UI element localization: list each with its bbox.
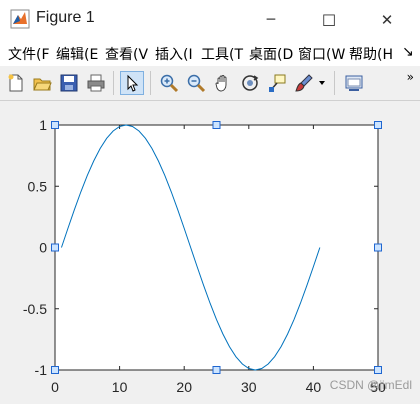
plot-tools-icon <box>345 75 363 91</box>
close-button[interactable]: ✕ <box>364 0 410 40</box>
menu-view[interactable]: 查看(V <box>105 44 148 64</box>
zoom-in-button[interactable] <box>157 71 181 95</box>
x-tick-label: 30 <box>241 379 257 395</box>
y-tick-label: 0 <box>39 240 47 256</box>
close-icon: ✕ <box>380 11 394 29</box>
new-figure-icon <box>8 74 23 92</box>
selection-handle[interactable] <box>374 243 382 252</box>
selection-handle[interactable] <box>51 121 59 129</box>
minimize-icon: ─ <box>266 12 276 28</box>
brush-dropdown[interactable] <box>316 71 328 95</box>
menu-edit[interactable]: 编辑(E <box>56 44 98 64</box>
open-file-button[interactable] <box>30 71 54 95</box>
pointer-icon <box>127 74 139 92</box>
zoom-in-icon <box>160 74 179 93</box>
new-figure-button[interactable] <box>4 71 28 95</box>
brush-button[interactable] <box>292 71 316 95</box>
x-tick-label: 10 <box>112 379 128 395</box>
menu-tools[interactable]: 工具(T <box>201 44 243 64</box>
pointer-button[interactable] <box>120 71 144 95</box>
rotate-3d-button[interactable] <box>238 71 262 95</box>
selection-handle[interactable] <box>212 366 221 374</box>
plot-tools-button[interactable] <box>342 71 366 95</box>
selection-handle[interactable] <box>374 366 382 374</box>
menu-file[interactable]: 文件(F <box>8 44 50 64</box>
pan-hand-icon <box>215 75 227 92</box>
data-cursor-button[interactable] <box>265 71 289 95</box>
menu-help[interactable]: 帮助(H <box>349 44 393 64</box>
selection-handle[interactable] <box>212 121 221 129</box>
axes-plot[interactable]: 0 10 20 30 40 5010.50-0.5-1 <box>0 101 420 404</box>
figure-canvas: 0 10 20 30 40 50 1 0.5 0 -0.5 -1 CSDN @jimEdl <box>0 101 420 404</box>
selection-handle[interactable] <box>51 243 59 252</box>
axes-box[interactable] <box>54 124 379 371</box>
brush-icon <box>295 74 313 92</box>
print-button[interactable] <box>84 71 108 95</box>
save-button[interactable] <box>57 71 81 95</box>
menu-desktop[interactable]: 桌面(D <box>249 44 293 64</box>
x-tick-label: 20 <box>176 379 192 395</box>
x-tick-label: 40 <box>306 379 322 395</box>
toolbar-separator <box>113 71 114 95</box>
save-icon <box>60 74 78 92</box>
toolbar-separator <box>150 71 151 95</box>
y-tick-label: -1 <box>35 362 48 378</box>
minimize-button[interactable]: ─ <box>248 0 294 40</box>
menu-bar: 文件(F 编辑(E 查看(V 插入(I 工具(T 桌面(D 窗口(W 帮助(H … <box>0 40 420 67</box>
matlab-logo-icon <box>10 9 30 29</box>
zoom-out-button[interactable] <box>184 71 208 95</box>
selection-handle[interactable] <box>374 121 382 129</box>
maximize-button[interactable]: ☐ <box>306 0 352 40</box>
print-icon <box>87 74 105 92</box>
y-tick-label: 0.5 <box>28 178 48 194</box>
chevron-down-icon <box>319 81 325 85</box>
open-file-icon <box>33 78 52 91</box>
title-bar: Figure 1 ─ ☐ ✕ <box>0 0 420 40</box>
window-title: Figure 1 <box>36 9 95 26</box>
selection-handle[interactable] <box>51 366 59 374</box>
zoom-out-icon <box>187 74 206 93</box>
menu-overflow-icon[interactable]: ↘ <box>402 44 414 60</box>
pan-button[interactable] <box>211 71 235 95</box>
toolbar: » <box>0 66 420 101</box>
data-cursor-icon <box>269 74 286 92</box>
menu-insert[interactable]: 插入(I <box>155 44 193 64</box>
watermark-text: CSDN @jimEdl <box>329 378 412 392</box>
toolbar-separator <box>334 71 335 95</box>
toolbar-overflow-icon[interactable]: » <box>407 70 414 84</box>
y-tick-label: 1 <box>39 117 47 133</box>
maximize-icon: ☐ <box>321 10 337 30</box>
rotate-3d-icon <box>242 75 259 91</box>
x-tick-label: 0 <box>51 379 59 395</box>
menu-window[interactable]: 窗口(W <box>298 44 345 64</box>
y-tick-label: -0.5 <box>23 301 47 317</box>
